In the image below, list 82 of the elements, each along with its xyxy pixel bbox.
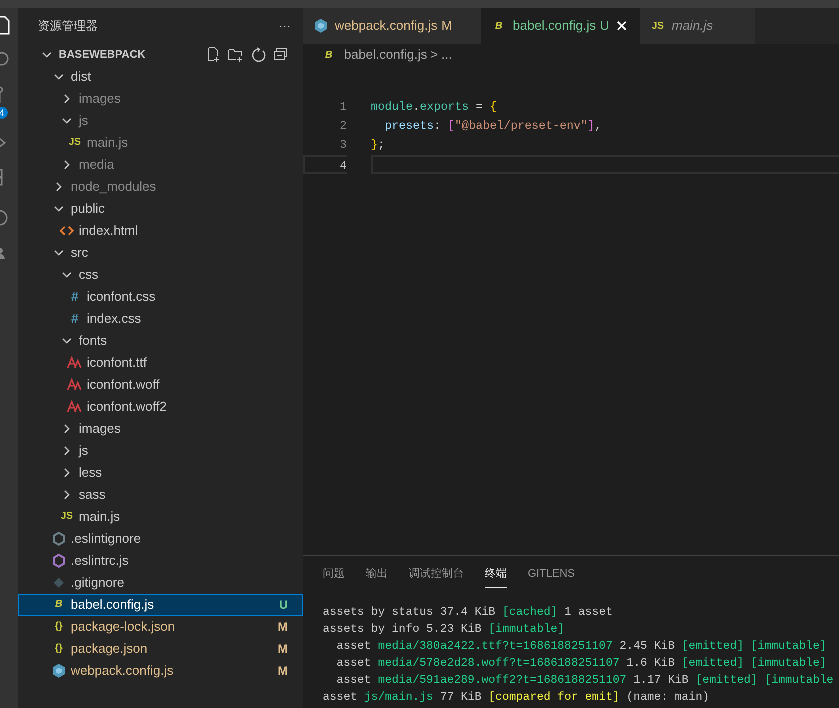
more-actions-button[interactable]: ··· (279, 17, 291, 35)
js-file-icon: JS (67, 135, 83, 151)
tree-item[interactable]: {} package.json M (18, 638, 303, 660)
panel-tab[interactable]: 调试控制台 (409, 562, 464, 588)
cube-icon (313, 18, 329, 34)
babel-file-icon: B (321, 47, 337, 63)
tree-item[interactable]: B babel.config.js U (18, 594, 303, 616)
terminal-line: asset js/main.js 77 KiB [compared for emit] (name: main) (323, 690, 710, 706)
tree-item[interactable]: sass (18, 484, 303, 506)
css-file-icon: # (67, 289, 83, 305)
collapse-all-icon[interactable] (273, 47, 289, 63)
tree-item[interactable]: .gitignore (18, 572, 303, 594)
babel-file-icon: B (51, 597, 67, 613)
terminal-line: asset media/578e2d28.woff?t=1686188251107 1.6 KiB [emitted] [immutable] (336, 656, 828, 672)
tree-item[interactable]: JS main.js (18, 506, 303, 528)
line-number: 4 (303, 155, 347, 174)
terminal-line: asset media/591ae289.woff2?t=1686188251107 1.17 KiB [emitted] [immutable (336, 673, 835, 689)
close-icon[interactable] (616, 20, 628, 32)
terminal-line: assets by info 5.23 KiB [immutable] (323, 622, 566, 638)
tree-item[interactable]: iconfont.woff (18, 374, 303, 396)
line-number: 3 (339, 137, 347, 154)
json-file-icon: {} (51, 619, 67, 635)
git-status: M (278, 641, 288, 658)
panel-tab[interactable]: 终端 (485, 562, 507, 588)
refresh-icon[interactable] (250, 47, 266, 63)
tree-item[interactable]: css (18, 264, 303, 286)
editor-tab[interactable]: JS main.js (640, 8, 755, 44)
new-file-icon[interactable] (206, 47, 222, 63)
code-line: module.exports = { (371, 100, 497, 114)
json-file-icon: {} (51, 641, 67, 657)
cube-icon (51, 663, 67, 679)
tree-item[interactable]: JS main.js (18, 132, 303, 154)
tree-item[interactable]: iconfont.ttf (18, 352, 303, 374)
editor-tab[interactable]: B babel.config.js U (481, 8, 640, 44)
panel-tab[interactable]: 输出 (366, 562, 388, 588)
tree-item[interactable]: .eslintrc.js (18, 550, 303, 572)
code-line: }; (371, 138, 385, 152)
sidebar-title: 资源管理器 (38, 18, 98, 35)
tree-item[interactable]: media (18, 154, 303, 176)
font-file-icon (67, 355, 83, 371)
tree-item[interactable]: webpack.config.js M (18, 660, 303, 682)
tree-item[interactable]: less (18, 462, 303, 484)
tree-item[interactable]: public (18, 198, 303, 220)
line-number: 1 (339, 99, 347, 116)
new-folder-icon[interactable] (228, 47, 244, 63)
git-status: M (278, 619, 288, 636)
tree-item[interactable]: # index.css (18, 308, 303, 330)
line-number: 2 (339, 118, 347, 135)
font-file-icon (67, 399, 83, 415)
terminal-line: assets by status 37.4 KiB [cached] 1 asset (323, 605, 614, 621)
js-file-icon: JS (650, 18, 666, 34)
tree-item[interactable]: images (18, 88, 303, 110)
breadcrumb-separator: > (430, 46, 438, 64)
hexagon-icon (51, 553, 67, 569)
project-root-label[interactable]: BASEWEBPACK (59, 46, 146, 64)
css-file-icon: # (67, 311, 83, 327)
tree-item[interactable]: js (18, 110, 303, 132)
git-status: U (279, 597, 288, 614)
notification-badge: 4 (0, 106, 8, 118)
tree-item[interactable]: js (18, 440, 303, 462)
editor-tab[interactable]: webpack.config.js M (303, 8, 481, 44)
breadcrumb-item[interactable]: babel.config.js (344, 45, 428, 65)
tree-item[interactable]: iconfont.woff2 (18, 396, 303, 418)
tree-item[interactable]: index.html (18, 220, 303, 242)
tree-item[interactable]: {} package-lock.json M (18, 616, 303, 638)
font-file-icon (67, 377, 83, 393)
panel-tab[interactable]: GITLENS (528, 562, 576, 588)
tree-item[interactable]: .eslintignore (18, 528, 303, 550)
breadcrumb-item[interactable]: ... (441, 45, 452, 65)
terminal-line: asset media/380a2422.ttf?t=1686188251107 2.45 KiB [emitted] [immutable] (336, 639, 828, 655)
panel-tab[interactable]: 问题 (323, 562, 345, 588)
git-status: M (278, 663, 288, 680)
code-line: presets: ["@babel/preset-env"], (384, 119, 602, 133)
tree-item[interactable]: # iconfont.css (18, 286, 303, 308)
tree-item[interactable]: dist (18, 66, 303, 88)
tree-item[interactable]: fonts (18, 330, 303, 352)
tree-item[interactable]: node_modules (18, 176, 303, 198)
babel-file-icon: B (491, 18, 507, 34)
js-file-icon: JS (59, 509, 75, 525)
tree-item[interactable]: src (18, 242, 303, 264)
tree-item[interactable]: images (18, 418, 303, 440)
hexagon-icon (51, 531, 67, 547)
